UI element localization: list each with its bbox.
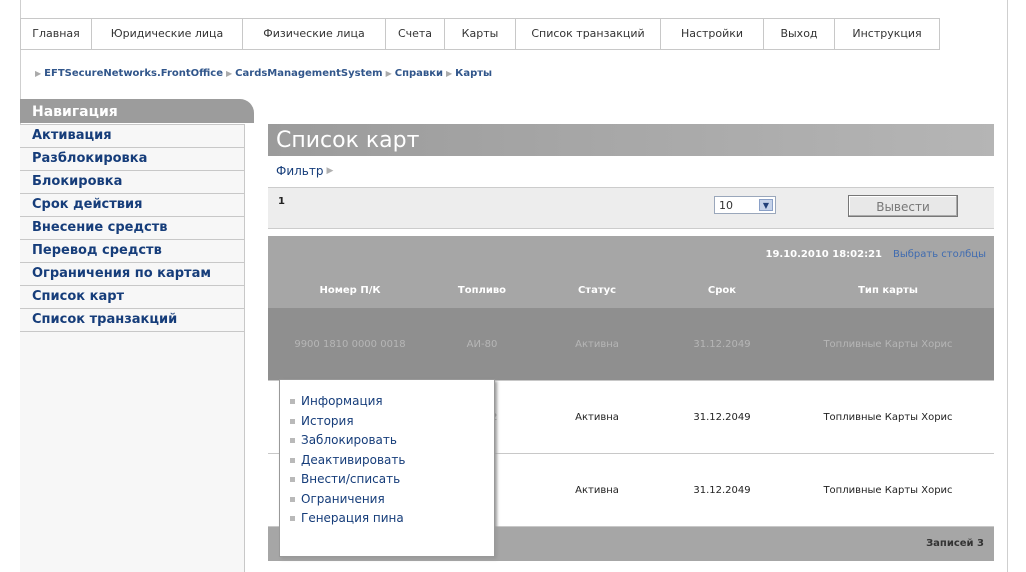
timestamp: 19.10.2010 18:02:21	[765, 249, 883, 260]
menu-item-transactions[interactable]: Список транзакций	[516, 19, 661, 49]
column-header-card-number[interactable]: Номер П/К	[268, 272, 432, 308]
top-menu: Главная Юридические лица Физические лица…	[20, 18, 940, 50]
breadcrumb-item[interactable]: Справки	[395, 68, 443, 79]
cell-fuel: АИ-80	[466, 338, 498, 350]
nav-item-unblock[interactable]: Разблокировка	[20, 148, 244, 171]
context-item-block[interactable]: Заблокировать	[280, 431, 494, 451]
filter-label: Фильтр	[276, 164, 324, 178]
context-item-history[interactable]: История	[280, 412, 494, 432]
context-item-info[interactable]: Информация	[280, 392, 494, 412]
context-item-deposit-withdraw[interactable]: Внести/списать	[280, 470, 494, 490]
grid-info-bar: 19.10.2010 18:02:21 Выбрать столбцы	[268, 236, 994, 272]
cell-expiry: 31.12.2049	[693, 338, 751, 350]
menu-item-home[interactable]: Главная	[20, 19, 92, 49]
cell-card-type: Топливные Карты Хорис	[823, 411, 953, 423]
pager-bar: 1 10 ▼ Вывести	[268, 187, 994, 229]
cell-status: Активна	[575, 338, 619, 350]
context-item-pin-generation[interactable]: Генерация пина	[280, 509, 494, 529]
cell-card-number: 9900 1810 0000 0018	[294, 338, 406, 350]
grid-header: Номер П/К Топливо Статус Срок Тип карты	[268, 272, 994, 308]
nav-item-transaction-list[interactable]: Список транзакций	[20, 309, 244, 332]
column-header-fuel[interactable]: Топливо	[432, 272, 532, 308]
context-item-label: Информация	[301, 394, 383, 408]
context-item-label: Заблокировать	[301, 433, 397, 447]
nav-title: Навигация	[20, 99, 254, 123]
bullet-icon	[290, 477, 295, 483]
choose-columns-link[interactable]: Выбрать столбцы	[893, 249, 986, 260]
menu-item-individuals[interactable]: Физические лица	[243, 19, 386, 49]
show-button[interactable]: Вывести	[848, 195, 958, 217]
nav-item-block[interactable]: Блокировка	[20, 171, 244, 194]
bullet-icon	[290, 399, 295, 405]
nav-item-card-list[interactable]: Список карт	[20, 286, 244, 309]
breadcrumb-item[interactable]: Карты	[455, 68, 492, 79]
nav-item-activation[interactable]: Активация	[20, 124, 244, 148]
context-item-deactivate[interactable]: Деактивировать	[280, 451, 494, 471]
context-item-label: Ограничения	[301, 491, 385, 506]
bullet-icon	[290, 438, 295, 444]
table-row[interactable]: 9900 1810 0000 0018 АИ-80 Активна 31.12.…	[268, 308, 994, 381]
context-menu: Информация История Заблокировать Деактив…	[279, 379, 495, 557]
context-item-label: Деактивировать	[301, 452, 406, 467]
arrow-right-icon: ▶	[385, 69, 392, 78]
cell-status: Активна	[575, 411, 619, 423]
cell-card-type: Топливные Карты Хорис	[823, 484, 953, 496]
nav-item-card-limits[interactable]: Ограничения по картам	[20, 263, 244, 286]
records-count: Записей 3	[926, 538, 984, 549]
page-size-select[interactable]: 10 ▼	[714, 196, 776, 214]
menu-item-instructions[interactable]: Инструкция	[835, 19, 940, 49]
cell-card-type: Топливные Карты Хорис	[823, 338, 953, 350]
page-link[interactable]: 1	[278, 196, 285, 207]
context-item-label: История	[301, 413, 354, 428]
nav-item-transfer[interactable]: Перевод средств	[20, 240, 244, 263]
cell-expiry: 31.12.2049	[693, 411, 751, 423]
menu-item-legal-entities[interactable]: Юридические лица	[92, 19, 243, 49]
context-item-label: Генерация пина	[301, 511, 404, 525]
bullet-icon	[290, 516, 295, 522]
breadcrumb: ▶ EFTSecureNetworks.FrontOffice ▶ CardsM…	[32, 68, 492, 79]
page-title: Список карт	[268, 124, 994, 156]
chevron-down-icon[interactable]: ▼	[759, 199, 773, 211]
bullet-icon	[290, 457, 295, 463]
column-header-expiry[interactable]: Срок	[662, 272, 782, 308]
page-size-value: 10	[719, 199, 733, 212]
nav-item-deposit[interactable]: Внесение средств	[20, 217, 244, 240]
column-header-card-type[interactable]: Тип карты	[782, 272, 994, 308]
arrow-right-icon: ▶	[326, 166, 334, 176]
breadcrumb-item[interactable]: EFTSecureNetworks.FrontOffice	[44, 68, 223, 79]
nav-list: Активация Разблокировка Блокировка Срок …	[20, 124, 245, 332]
menu-item-accounts[interactable]: Счета	[386, 19, 445, 49]
bullet-icon	[290, 418, 295, 424]
cell-status: Активна	[575, 484, 619, 496]
nav-item-expiry[interactable]: Срок действия	[20, 194, 244, 217]
menu-item-cards[interactable]: Карты	[445, 19, 516, 49]
filter-toggle[interactable]: Фильтр ▶	[276, 164, 333, 178]
arrow-right-icon: ▶	[226, 69, 233, 78]
column-header-status[interactable]: Статус	[532, 272, 662, 308]
bullet-icon	[290, 496, 295, 502]
menu-item-settings[interactable]: Настройки	[661, 19, 764, 49]
breadcrumb-item[interactable]: CardsManagementSystem	[235, 68, 382, 79]
arrow-right-icon: ▶	[446, 69, 453, 78]
context-item-label: Внести/списать	[301, 472, 401, 486]
context-item-limits[interactable]: Ограничения	[280, 490, 494, 510]
menu-item-logout[interactable]: Выход	[764, 19, 835, 49]
cell-expiry: 31.12.2049	[693, 484, 751, 496]
arrow-right-icon: ▶	[35, 69, 42, 78]
